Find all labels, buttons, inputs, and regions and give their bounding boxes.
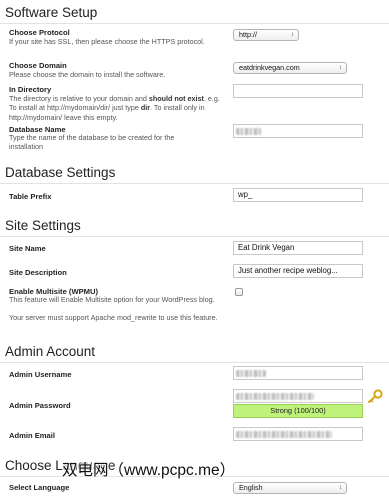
multisite-checkbox[interactable] bbox=[235, 288, 243, 296]
domain-select[interactable]: eatdrinkvegan.com ↕ bbox=[233, 62, 347, 74]
protocol-select[interactable]: http:// ↕ bbox=[233, 29, 299, 41]
section-divider bbox=[0, 23, 389, 24]
database-name-description: Type the name of the database to be crea… bbox=[9, 133, 175, 152]
section-divider bbox=[0, 236, 389, 237]
admin-email-input[interactable] bbox=[233, 427, 363, 441]
select-arrows-icon: ↕ bbox=[291, 32, 294, 38]
table-prefix-input[interactable]: wp_ bbox=[233, 188, 363, 202]
table-prefix-label: Table Prefix bbox=[9, 192, 52, 201]
select-arrows-icon: ↕ bbox=[339, 65, 342, 71]
section-title-database-settings: Database Settings bbox=[5, 165, 116, 180]
select-language-label: Select Language bbox=[9, 483, 70, 492]
select-arrows-icon: ↕ bbox=[339, 485, 342, 491]
multisite-requirement: Your server must support Apache mod_rewr… bbox=[9, 313, 218, 322]
domain-label: Choose Domain bbox=[9, 61, 67, 70]
admin-username-input[interactable] bbox=[233, 366, 363, 380]
protocol-description: If your site has SSL, then please choose… bbox=[9, 37, 205, 46]
protocol-select-value: http:// bbox=[239, 30, 257, 39]
site-name-label: Site Name bbox=[9, 244, 46, 253]
database-name-input[interactable] bbox=[233, 124, 363, 138]
language-select[interactable]: English ↕ bbox=[233, 482, 347, 494]
directory-input[interactable] bbox=[233, 84, 363, 98]
section-title-software-setup: Software Setup bbox=[5, 5, 98, 20]
site-name-input[interactable]: Eat Drink Vegan bbox=[233, 241, 363, 255]
section-title-site-settings: Site Settings bbox=[5, 218, 81, 233]
password-strength-meter: Strong (100/100) bbox=[233, 404, 363, 418]
protocol-label: Choose Protocol bbox=[9, 28, 70, 37]
blurred-value bbox=[236, 431, 332, 438]
blurred-value bbox=[236, 370, 266, 377]
domain-description: Please choose the domain to install the … bbox=[9, 70, 166, 79]
site-description-input[interactable]: Just another recipe weblog... bbox=[233, 264, 363, 278]
directory-description: The directory is relative to your domain… bbox=[9, 94, 220, 122]
section-divider bbox=[0, 362, 389, 363]
admin-username-label: Admin Username bbox=[9, 370, 72, 379]
site-watermark: 双电网（www.pcpc.me） bbox=[62, 462, 236, 479]
blurred-value bbox=[236, 128, 262, 135]
key-icon[interactable] bbox=[367, 389, 383, 403]
admin-password-input[interactable] bbox=[233, 389, 363, 403]
site-description-label: Site Description bbox=[9, 268, 67, 277]
directory-label: In Directory bbox=[9, 85, 52, 94]
blurred-value bbox=[236, 393, 314, 400]
language-select-value: English bbox=[239, 483, 263, 492]
section-divider bbox=[0, 183, 389, 184]
admin-password-label: Admin Password bbox=[9, 401, 71, 410]
multisite-description: This feature will Enable Multisite optio… bbox=[9, 295, 215, 304]
admin-email-label: Admin Email bbox=[9, 431, 55, 440]
section-title-admin-account: Admin Account bbox=[5, 344, 96, 359]
domain-select-value: eatdrinkvegan.com bbox=[239, 63, 300, 72]
